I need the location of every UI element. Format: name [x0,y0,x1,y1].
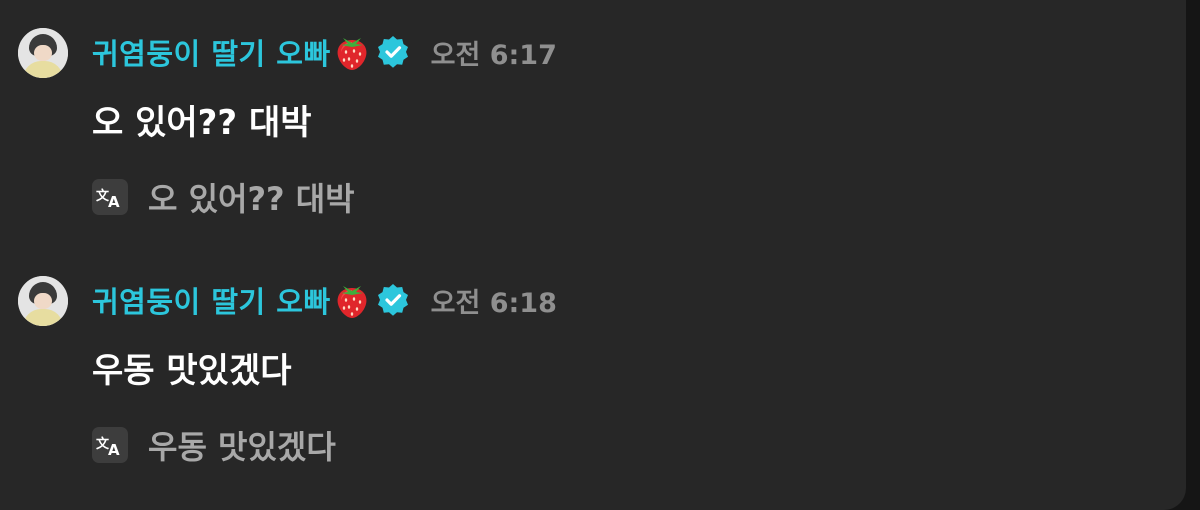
chat-panel: 귀염둥이 딸기 오빠 오전 6:17 오 있어?? 대박 文 A 오 있어?? … [0,0,1186,510]
translation-text: 오 있어?? 대박 [148,180,355,218]
svg-text:A: A [108,441,120,457]
strawberry-icon [333,32,371,72]
message-text: 오 있어?? 대박 [92,103,312,143]
strawberry-icon [333,280,371,320]
message-text: 우동 맛있겠다 [92,351,292,391]
message-header: 귀염둥이 딸기 오빠 [92,276,557,324]
username[interactable]: 귀염둥이 딸기 오빠 [92,279,331,321]
verified-badge-icon [377,284,409,316]
translation-text: 우동 맛있겠다 [148,428,336,466]
translate-icon[interactable]: 文 A [92,427,128,463]
username[interactable]: 귀염둥이 딸기 오빠 [92,31,331,73]
verified-badge-icon [377,36,409,68]
chat-message[interactable]: 귀염둥이 딸기 오빠 [0,0,1186,240]
translation-row: 文 A 우동 맛있겠다 [92,425,336,466]
svg-text:A: A [108,193,120,209]
avatar[interactable] [18,28,68,78]
message-header: 귀염둥이 딸기 오빠 [92,28,557,76]
avatar[interactable] [18,276,68,326]
chat-message[interactable]: 귀염둥이 딸기 오빠 [0,248,1186,488]
timestamp: 오전 6:17 [430,39,557,71]
translation-row: 文 A 오 있어?? 대박 [92,177,355,218]
timestamp: 오전 6:18 [430,287,557,319]
translate-icon[interactable]: 文 A [92,179,128,215]
